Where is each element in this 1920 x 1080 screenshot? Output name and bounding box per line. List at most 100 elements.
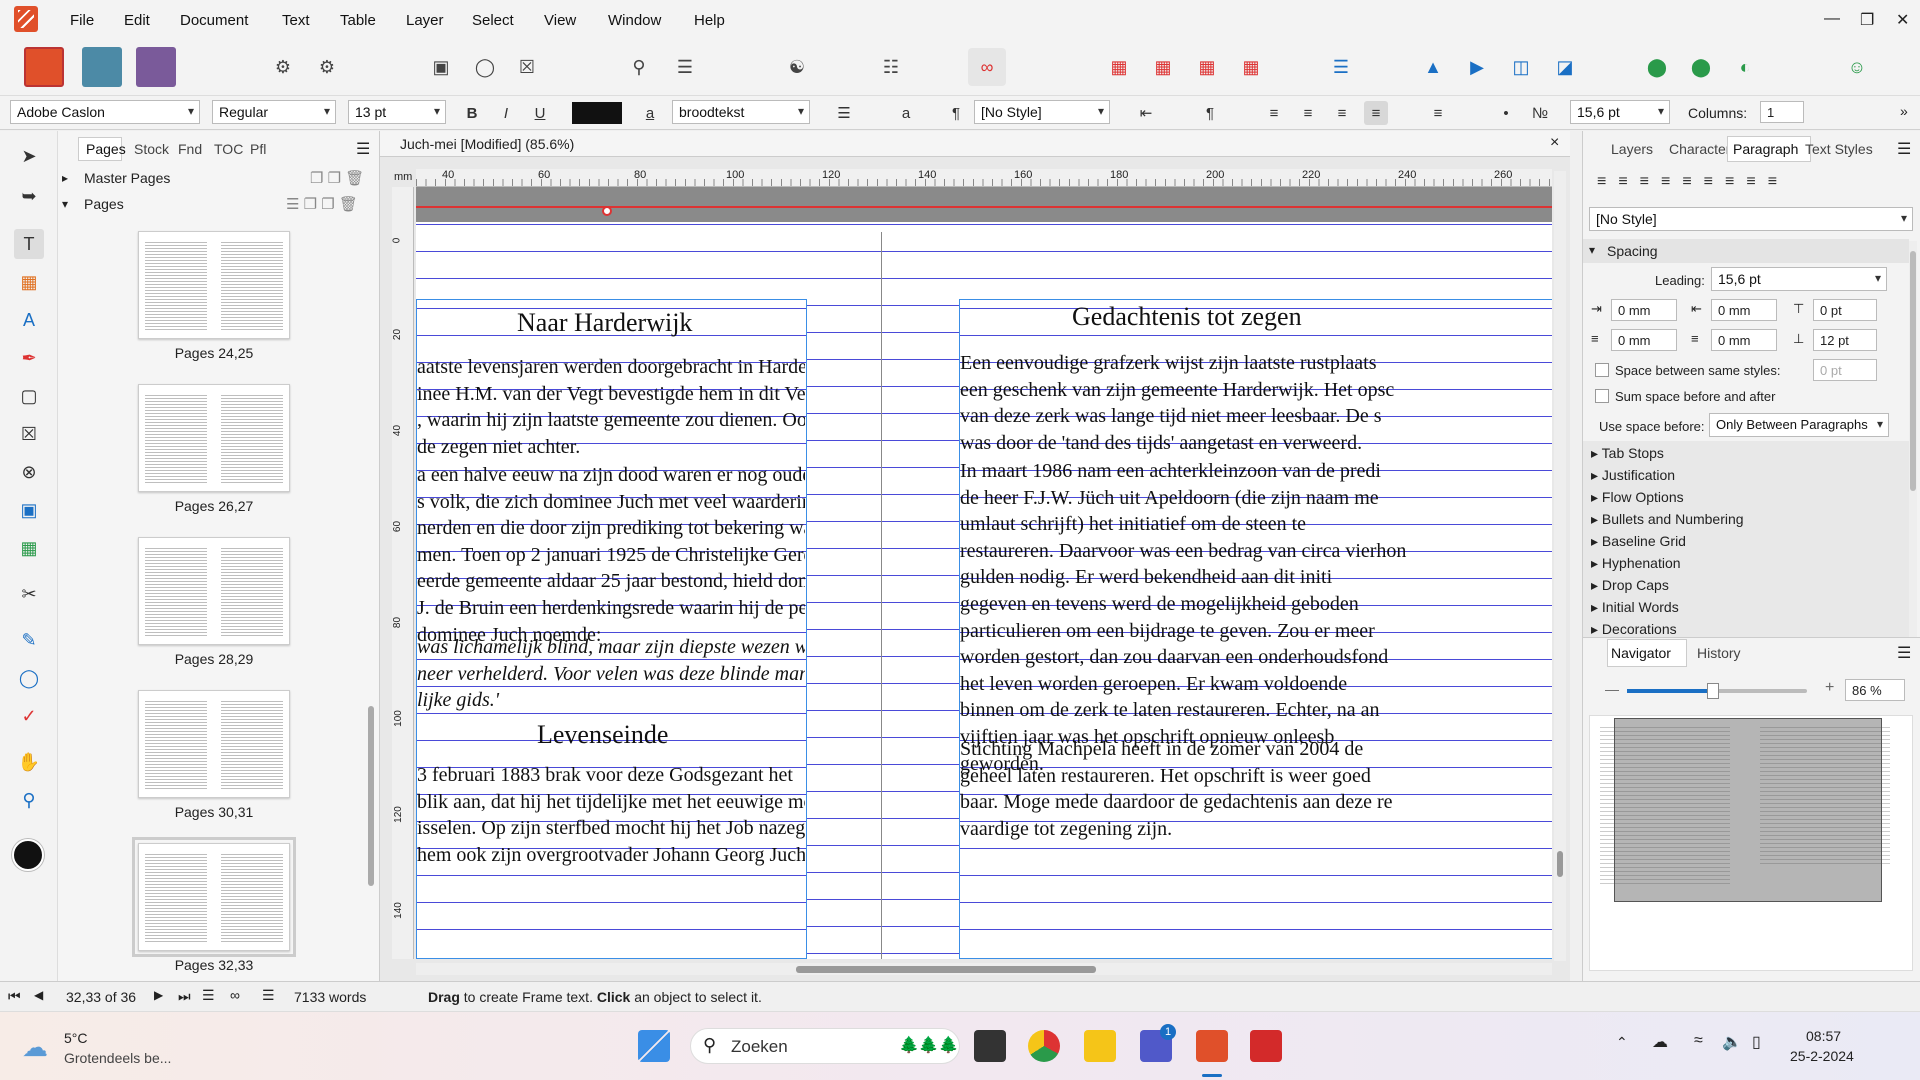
node-tool-icon[interactable]: ➥ — [14, 181, 44, 211]
onedrive-icon[interactable]: ☁ — [1652, 1032, 1668, 1052]
char-style-button[interactable]: a — [638, 101, 662, 125]
arrange-backward-icon[interactable]: ▦ — [1144, 48, 1182, 86]
page-spread[interactable]: Naar Harderwijk aatste levensjaren werde… — [416, 187, 1552, 959]
align-left-icon[interactable]: ≡ — [1262, 101, 1286, 125]
rotate-left-icon[interactable]: ◫ — [1502, 48, 1540, 86]
link-frames-icon[interactable]: ∞ — [230, 987, 240, 1003]
text-wrap-icon[interactable]: ☰ — [666, 48, 704, 86]
add-master-icon[interactable]: ❐ ❐ 🗑 — [310, 169, 364, 187]
vertical-ruler[interactable]: 0 20 40 60 80 100 120 140 — [392, 187, 414, 959]
pages-header[interactable]: Pages — [84, 196, 124, 212]
menu-table[interactable]: Table — [340, 12, 376, 29]
justify-icon[interactable]: ≡ — [1364, 101, 1388, 125]
document-tab[interactable]: Juch-mei [Modified] (85.6%) × — [380, 131, 1570, 157]
space-before-field[interactable]: 0 pt — [1813, 299, 1877, 321]
photo-persona-icon[interactable] — [136, 47, 176, 87]
section-baseline-grid[interactable]: ▸ Baseline Grid — [1591, 533, 1686, 550]
flip-horizontal-icon[interactable]: ▲ — [1414, 48, 1452, 86]
transparency-tool-icon[interactable]: ◯ — [14, 663, 44, 693]
chevron-up-icon[interactable]: ⌃ — [1616, 1034, 1628, 1051]
section-justification[interactable]: ▸ Justification — [1591, 467, 1675, 484]
use-space-select[interactable]: Only Between Paragraphs — [1709, 413, 1889, 437]
numbered-list-icon[interactable]: № — [1528, 101, 1552, 125]
close-window-icon[interactable]: ✕ — [1896, 10, 1909, 30]
pin-icon[interactable]: ⚲ — [620, 48, 658, 86]
paragraph-scrollbar[interactable] — [1909, 241, 1917, 637]
zoom-in-button[interactable]: + — [1825, 679, 1834, 697]
close-document-icon[interactable]: × — [1550, 134, 1559, 152]
menu-text[interactable]: Text — [282, 12, 310, 29]
between-styles-checkbox[interactable] — [1595, 363, 1609, 377]
minimize-icon[interactable]: — — [1824, 10, 1840, 28]
font-family-select[interactable]: Adobe Caslon — [10, 100, 200, 124]
tab-layers[interactable]: Layers — [1611, 141, 1653, 157]
spread-thumbnail[interactable] — [138, 231, 290, 339]
navigator-preview[interactable] — [1589, 715, 1913, 971]
chevron-down-icon[interactable]: ▾ — [1589, 243, 1595, 257]
menu-select[interactable]: Select — [472, 12, 514, 29]
spell-icon[interactable]: ☯ — [778, 48, 816, 86]
section-bullets[interactable]: ▸ Bullets and Numbering — [1591, 511, 1744, 528]
chevron-right-icon[interactable]: ▸ — [62, 171, 68, 185]
flip-vertical-icon[interactable]: ▶ — [1458, 48, 1496, 86]
tab-preflight[interactable]: Pfl — [250, 141, 266, 157]
rectangle-tool-icon[interactable]: ▢ — [14, 381, 44, 411]
first-page-icon[interactable]: ⏮ — [8, 988, 21, 1005]
tab-history[interactable]: History — [1697, 645, 1741, 661]
arrange-front-icon[interactable]: ▦ — [1232, 48, 1270, 86]
battery-icon[interactable]: ▯ — [1752, 1032, 1761, 1052]
space-after-field[interactable]: 12 pt — [1813, 329, 1877, 351]
navigator-viewport[interactable] — [1614, 718, 1882, 902]
bold-button[interactable]: B — [460, 101, 484, 125]
user-account-icon[interactable]: ☺ — [1838, 48, 1876, 86]
tab-navigator[interactable]: Navigator — [1611, 645, 1671, 661]
settings-gear-icon[interactable]: ⚙ — [308, 48, 346, 86]
arrange-back-icon[interactable]: ▦ — [1100, 48, 1138, 86]
paragraph-style-field[interactable]: [No Style] — [1589, 207, 1913, 231]
font-weight-select[interactable]: Regular — [212, 100, 336, 124]
pen-tool-icon[interactable]: ✒ — [14, 343, 44, 373]
align-icon[interactable]: ☰ — [1322, 48, 1360, 86]
menu-file[interactable]: File — [70, 12, 94, 29]
zoom-field[interactable]: 86 % — [1845, 679, 1905, 701]
frame-text-tool-icon[interactable]: T — [14, 229, 44, 259]
fill-tool-icon[interactable]: ✎ — [14, 625, 44, 655]
link-icon[interactable]: ∞ — [968, 48, 1006, 86]
arrange-forward-icon[interactable]: ▦ — [1188, 48, 1226, 86]
font-size-select[interactable]: 13 pt — [348, 100, 446, 124]
indent-icon[interactable]: ⇤ — [1134, 101, 1158, 125]
show-special-button[interactable]: ¶ — [1198, 101, 1222, 125]
last-line-indent-field[interactable]: 0 mm — [1711, 329, 1777, 351]
chrome-icon[interactable] — [1028, 1030, 1060, 1062]
menu-window[interactable]: Window — [608, 12, 661, 29]
section-tab-stops[interactable]: ▸ Tab Stops — [1591, 445, 1664, 462]
align-center-icon[interactable]: ≡ — [1296, 101, 1320, 125]
menu-view[interactable]: View — [544, 12, 576, 29]
menu-layer[interactable]: Layer — [406, 12, 444, 29]
horizontal-ruler[interactable]: 40 60 80 100 120 140 160 180 200 220 240… — [416, 169, 1552, 187]
zoom-slider[interactable] — [1627, 683, 1807, 699]
clock-time[interactable]: 08:57 — [1806, 1028, 1841, 1044]
view-mode-icon[interactable]: ▣ — [422, 48, 460, 86]
fill-color-swatch[interactable] — [12, 839, 44, 871]
wifi-icon[interactable]: ≈ — [1694, 1032, 1703, 1050]
spread-thumbnail[interactable] — [138, 690, 290, 798]
bleed-icon[interactable]: ☒ — [508, 48, 546, 86]
prev-page-icon[interactable]: ◀ — [34, 988, 43, 1002]
text-frame-icon[interactable]: ☰ — [832, 101, 856, 125]
menu-document[interactable]: Document — [180, 12, 248, 29]
sum-space-checkbox[interactable] — [1595, 389, 1609, 403]
panel-menu-icon[interactable]: ☰ — [1897, 643, 1911, 663]
task-view-icon[interactable] — [974, 1030, 1006, 1062]
move-tool-icon[interactable]: ➤ — [14, 141, 44, 171]
section-drop-caps[interactable]: ▸ Drop Caps — [1591, 577, 1669, 594]
paragraph-style-select[interactable]: broodtekst — [672, 100, 810, 124]
right-indent-field[interactable]: 0 mm — [1711, 299, 1777, 321]
spacing-section-title[interactable]: Spacing — [1607, 243, 1658, 259]
guide-handle-icon[interactable] — [602, 206, 612, 216]
tab-toc[interactable]: TOC — [214, 141, 243, 157]
page-list-icon[interactable]: ☰ — [202, 987, 215, 1004]
picture-frame-tool-icon[interactable]: ☒ — [14, 419, 44, 449]
spread-thumbnail[interactable] — [138, 537, 290, 645]
menu-edit[interactable]: Edit — [124, 12, 150, 29]
